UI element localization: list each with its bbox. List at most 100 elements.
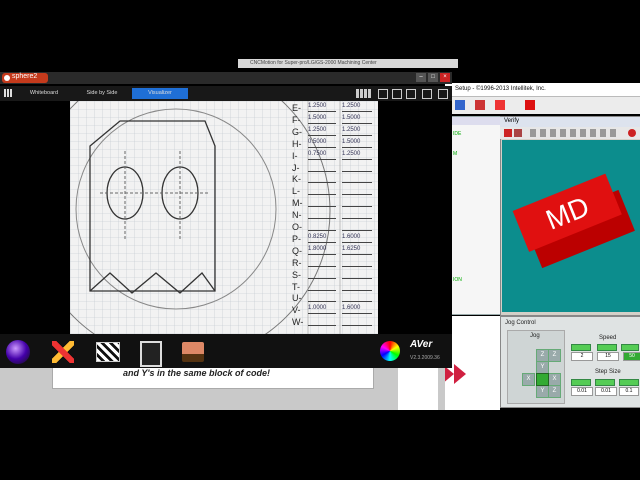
minimize-button[interactable]: – xyxy=(416,73,426,82)
sphere-icon[interactable] xyxy=(6,340,30,364)
toolbar-icon-4[interactable] xyxy=(525,100,535,110)
sheet-letter: F- xyxy=(292,114,301,125)
sheet-value-1 xyxy=(308,270,336,279)
verify-stop-icon[interactable] xyxy=(628,129,636,137)
step-small-button[interactable] xyxy=(571,379,591,386)
copy-icon[interactable] xyxy=(140,341,162,367)
jog-z-down[interactable]: Z xyxy=(548,385,561,398)
sheet-letter: S- xyxy=(292,269,301,280)
sheet-value-2 xyxy=(342,293,372,303)
sheet-letter: Q- xyxy=(292,245,302,256)
sheet-value-2 xyxy=(342,258,372,267)
setup-bar: Setup - ©1996-2013 Intellitek, Inc. xyxy=(445,83,640,97)
sheet-value-1 xyxy=(308,222,336,231)
setup-toolbar xyxy=(445,97,640,114)
panel-label-ion: ION xyxy=(453,277,462,283)
sheet-letter: H- xyxy=(292,138,302,149)
sheet-value-1: 0.7500 xyxy=(308,151,336,160)
sheet-letter: T- xyxy=(292,281,300,292)
cncmotion-title: CNCMotion for Super-pro/LG/GS-2000 Machi… xyxy=(250,60,377,66)
sheet-letter: P- xyxy=(292,233,301,244)
step-med-button[interactable] xyxy=(595,379,615,386)
sheet-value-2 xyxy=(342,222,372,231)
settings-icon[interactable] xyxy=(356,89,372,98)
maximize-button[interactable]: □ xyxy=(428,73,438,82)
step-value-3: 0.1 xyxy=(619,387,639,396)
speed-label: Speed xyxy=(599,335,617,341)
sheet-value-2 xyxy=(342,317,372,327)
sheet-value-1 xyxy=(308,317,336,327)
sheet-value-1: 1.0000 xyxy=(308,305,336,315)
verify-title: Verify xyxy=(504,118,520,124)
jog-z-up[interactable]: Z xyxy=(548,349,561,362)
setup-text: Setup - ©1996-2013 Intellitek, Inc. xyxy=(455,86,546,92)
sheet-letter: O- xyxy=(292,222,302,232)
sheet-value-2 xyxy=(342,174,372,184)
panel-label-m: M xyxy=(453,151,458,157)
presenter-icon[interactable] xyxy=(182,342,204,362)
tab-visualizer[interactable]: Visualizer xyxy=(132,88,188,99)
color-wheel-icon[interactable] xyxy=(380,341,400,361)
jog-label: Jog xyxy=(530,333,540,339)
verify-title-bar: Verify xyxy=(500,117,640,127)
toolbar-icon-1[interactable] xyxy=(455,100,465,110)
program-panel: IDE M ION xyxy=(450,116,502,315)
version-label: V2.3.2009.36 xyxy=(410,355,440,361)
aver-brand: AVer xyxy=(410,339,433,350)
fullscreen-icon[interactable] xyxy=(438,89,448,99)
capture-icon[interactable] xyxy=(378,89,388,99)
verify-tool-icon[interactable] xyxy=(504,129,512,137)
speed-med-button[interactable] xyxy=(597,344,617,351)
export-icon[interactable] xyxy=(422,89,432,99)
jog-pad: Jog Z Z Y X X Y Z xyxy=(507,330,565,404)
sheet-letter: L- xyxy=(292,186,301,197)
sheet-value-2: 1.2500 xyxy=(342,127,372,136)
jog-center-button[interactable] xyxy=(536,373,549,386)
sphere-logo-icon xyxy=(4,75,10,81)
sheet-value-2: 1.2500 xyxy=(342,151,372,160)
clapper-icon[interactable] xyxy=(96,342,120,362)
sheet-value-2: 1.6000 xyxy=(342,234,372,243)
verify-canvas[interactable]: MD xyxy=(502,140,640,312)
sheet-value-1 xyxy=(308,186,336,196)
sheet-value-1 xyxy=(308,293,336,303)
sphere2-dock: AVer V2.3.2009.36 xyxy=(0,334,452,368)
sheet-value-1: 1.5000 xyxy=(308,115,336,124)
speed-slow-button[interactable] xyxy=(571,344,591,351)
sheet-value-1 xyxy=(308,282,336,291)
sheet-value-1: 1.2500 xyxy=(308,103,336,112)
freeze-icon[interactable] xyxy=(392,89,402,99)
sheet-value-2 xyxy=(342,270,372,279)
sheet-value-1 xyxy=(308,198,336,208)
speed-fast-button[interactable] xyxy=(621,344,639,351)
tools-icon[interactable] xyxy=(52,341,74,363)
sheet-value-1 xyxy=(308,163,336,172)
panel-label-ide: IDE xyxy=(453,131,462,137)
toolbar-icon-2[interactable] xyxy=(475,100,485,110)
tab-whiteboard[interactable]: Whiteboard xyxy=(20,88,68,99)
step-large-button[interactable] xyxy=(619,379,639,386)
camera-image: E- 1.2500 1.2500 F- 1.5000 1.5000 G- 1.2500 1.25… xyxy=(70,101,378,334)
sheet-value-1 xyxy=(308,174,336,184)
grid-menu-icon[interactable] xyxy=(4,89,12,97)
letter-value-table: E- 1.2500 1.2500 F- 1.5000 1.5000 G- 1.2500 1.25… xyxy=(292,103,378,334)
sheet-letter: W- xyxy=(292,317,304,328)
jog-control-title: Jog Control xyxy=(505,320,536,326)
sheet-value-2: 1.5000 xyxy=(342,139,372,148)
jog-x-minus[interactable]: X xyxy=(522,373,535,386)
sphere2-title-bar[interactable]: sphere2 – □ × xyxy=(0,72,452,84)
verify-tool-icon[interactable] xyxy=(514,129,522,137)
step-value-1: 0.01 xyxy=(571,387,593,396)
verify-toolbar-icons[interactable] xyxy=(530,129,620,137)
sheet-letter: J- xyxy=(292,162,300,173)
document-page: and Y's in the same block of code! xyxy=(52,365,374,389)
sheet-value-1: 1.8000 xyxy=(308,246,336,255)
sheet-letter: R- xyxy=(292,257,302,268)
close-button[interactable]: × xyxy=(440,73,450,82)
toolbar-icon-3[interactable] xyxy=(495,100,505,110)
sphere2-app-menu[interactable]: sphere2 xyxy=(2,73,48,83)
tab-side-by-side[interactable]: Side by Side xyxy=(76,88,128,99)
sphere2-app-name: sphere2 xyxy=(12,73,38,80)
layout-icon[interactable] xyxy=(406,89,416,99)
sheet-letter: G- xyxy=(292,126,302,137)
